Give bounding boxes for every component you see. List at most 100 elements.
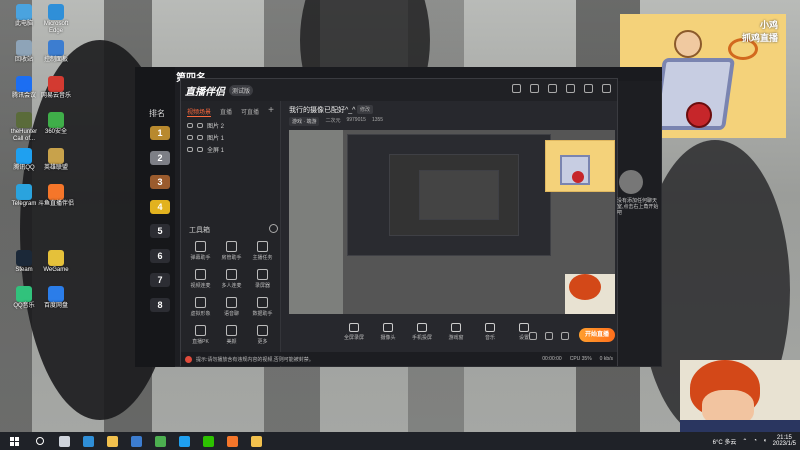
desktop-icon[interactable]: 此电脑 xyxy=(6,4,42,28)
rank-badge: 4 xyxy=(150,199,170,214)
app-icon xyxy=(48,40,64,56)
desktop-icon[interactable]: 360安全 xyxy=(38,112,74,136)
gift-icon[interactable] xyxy=(512,84,521,93)
network-icon[interactable]: ◔ xyxy=(753,438,757,444)
desktop-icon[interactable]: WeGame xyxy=(38,250,74,274)
task-view-icon[interactable] xyxy=(52,432,76,450)
tool-label: 房管助手 xyxy=(221,255,242,261)
desktop-icon[interactable]: Telegram xyxy=(6,184,42,208)
nested-window xyxy=(419,170,499,220)
source-control[interactable]: 摄像头 xyxy=(375,323,401,341)
file-explorer-icon[interactable] xyxy=(100,432,124,450)
scene-item[interactable]: 图片 2 xyxy=(181,119,280,131)
folder-icon[interactable] xyxy=(244,432,268,450)
app-icon xyxy=(48,4,64,20)
scene-item[interactable]: 全屏 1 xyxy=(181,143,280,155)
tool-item[interactable]: 美颜 xyxy=(216,325,247,345)
chat-avatar xyxy=(619,170,643,194)
desktop-icon[interactable]: Steam xyxy=(6,250,42,274)
tool-icon xyxy=(195,297,206,308)
tab-scenes[interactable]: 视频场景 xyxy=(187,107,212,117)
lock-icon[interactable] xyxy=(197,134,203,140)
category-tag[interactable]: 游戏 · 端游 xyxy=(289,117,320,126)
tool-item[interactable]: 更多 xyxy=(247,325,278,345)
desktop-icon[interactable]: 斗鱼直播伴侣 xyxy=(38,184,74,208)
edge-icon[interactable] xyxy=(76,432,100,450)
tool-item[interactable]: 语音聊 xyxy=(216,297,247,317)
lock-icon[interactable] xyxy=(197,146,203,152)
tab-available[interactable]: 可直播 xyxy=(241,107,259,117)
tool-item[interactable]: 弹幕助手 xyxy=(185,241,216,261)
rank-badge: 3 xyxy=(150,175,170,189)
tab-live[interactable]: 直播 xyxy=(220,107,232,117)
tool-item[interactable]: 视频连麦 xyxy=(185,269,216,289)
search-icon[interactable] xyxy=(28,432,52,450)
minimize-icon[interactable] xyxy=(566,84,575,93)
source-control[interactable]: 音乐 xyxy=(477,323,503,341)
mail-icon[interactable] xyxy=(530,84,539,93)
tool-item[interactable]: 录屏器 xyxy=(247,269,278,289)
app-icon xyxy=(48,112,64,128)
source-control[interactable]: 游戏窗 xyxy=(443,323,469,341)
wechat-icon[interactable] xyxy=(196,432,220,450)
eye-icon[interactable] xyxy=(545,332,553,340)
desktop-icon[interactable]: 回收站 xyxy=(6,40,42,64)
app-icon xyxy=(16,76,32,92)
desktop-icon[interactable]: theHunter Call of... xyxy=(6,112,42,143)
volume-icon[interactable]: ◖ xyxy=(763,438,767,444)
room-title[interactable]: 我行的摄像已配好^_^ xyxy=(289,105,355,115)
windows-icon xyxy=(9,436,19,446)
start-button[interactable] xyxy=(0,432,28,450)
tool-icon xyxy=(257,297,268,308)
edit-title-button[interactable]: 修改 xyxy=(357,105,374,114)
desktop-icon[interactable]: 网易云音乐 xyxy=(38,76,74,100)
desktop-icon[interactable]: 英雄联盟 xyxy=(38,148,74,172)
go-live-button[interactable]: 开始直播 xyxy=(579,328,615,342)
tool-item[interactable]: 虚拟形象 xyxy=(185,297,216,317)
toolbox-more-icon[interactable] xyxy=(269,224,278,233)
tool-item[interactable]: 主播任务 xyxy=(247,241,278,261)
qq-icon[interactable] xyxy=(172,432,196,450)
tool-item[interactable]: 直播PK xyxy=(185,325,216,345)
tool-item[interactable]: 数据助手 xyxy=(247,297,278,317)
tool-item[interactable]: 房管助手 xyxy=(216,241,247,261)
source-control[interactable]: 全屏录屏 xyxy=(341,323,367,341)
camera-icon[interactable] xyxy=(529,332,537,340)
desktop-icon[interactable]: 控制面板 xyxy=(38,40,74,64)
cartoon-logo: 小鸡 抓鸡直播 xyxy=(741,20,778,43)
chrome-icon[interactable] xyxy=(148,432,172,450)
stream-preview[interactable] xyxy=(289,130,615,314)
bell-icon[interactable] xyxy=(548,84,557,93)
warning-icon xyxy=(185,355,192,363)
eye-icon[interactable] xyxy=(187,146,193,152)
taskbar: 6°C 多云 ⌃ ◔ ◖ 21:15 2023/1/5 xyxy=(0,432,800,450)
hair-shape xyxy=(569,274,601,300)
source-control[interactable]: 手机投屏 xyxy=(409,323,435,341)
scene-item[interactable]: 图片 1 xyxy=(181,131,280,143)
chat-hint: 没有添加任何聊天室,点击右上角开始吧 xyxy=(617,198,659,216)
eye-icon[interactable] xyxy=(187,134,193,140)
desktop-icon-label: 英雄联盟 xyxy=(43,165,68,171)
close-icon[interactable] xyxy=(602,84,611,93)
live-companion-icon[interactable] xyxy=(220,432,244,450)
tool-icon xyxy=(257,269,268,280)
desktop-icon[interactable]: QQ音乐 xyxy=(6,286,42,310)
desktop-icon[interactable]: Microsoft Edge xyxy=(38,4,74,35)
clock[interactable]: 21:15 2023/1/5 xyxy=(773,435,796,447)
tool-icon xyxy=(226,297,237,308)
chevron-up-icon[interactable]: ⌃ xyxy=(742,438,747,445)
lock-icon[interactable] xyxy=(197,122,203,128)
maximize-icon[interactable] xyxy=(584,84,593,93)
app-icon xyxy=(16,112,32,128)
tool-item[interactable]: 多人连麦 xyxy=(216,269,247,289)
gear-icon[interactable] xyxy=(561,332,569,340)
desktop-icon[interactable]: 百度网盘 xyxy=(38,286,74,310)
store-icon[interactable] xyxy=(124,432,148,450)
clock-date: 2023/1/5 xyxy=(772,441,796,447)
eye-icon[interactable] xyxy=(187,122,193,128)
weather-text[interactable]: 6°C 多云 xyxy=(713,437,737,446)
add-scene-icon[interactable]: + xyxy=(268,105,274,116)
live-companion-window[interactable]: 直播伴侣 测试版 视频场景 直播 可直播 + 图片 2 图片 1 全屏 1 工具… xyxy=(180,78,618,367)
desktop-icon[interactable]: 腾讯QQ xyxy=(6,148,42,172)
desktop-icon[interactable]: 腾讯会议 xyxy=(6,76,42,100)
